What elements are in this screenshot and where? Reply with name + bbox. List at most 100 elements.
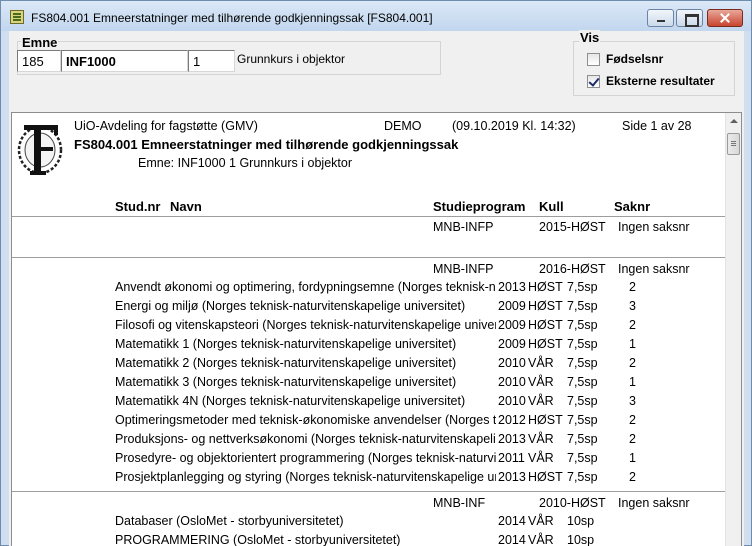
course-name: Matematikk 4N (Norges teknisk-naturviten…	[115, 394, 466, 408]
eksterne-resultater-checkbox[interactable]	[587, 74, 600, 88]
course-term: HØST	[528, 337, 563, 351]
course-name: Produksjons- og nettverksøkonomi (Norges…	[115, 432, 496, 446]
fodselsnr-checkbox[interactable]	[587, 52, 600, 66]
course-count: 2	[629, 356, 636, 370]
course-name: Prosedyre- og objektorientert programmer…	[115, 451, 496, 465]
eksterne-resultater-label: Eksterne resultater	[606, 74, 715, 88]
course-count: 2	[629, 318, 636, 332]
report-timestamp: (09.10.2019 Kl. 14:32)	[452, 119, 576, 133]
course-name: Prosjektplanlegging og styring (Norges t…	[115, 470, 496, 484]
column-header-studnr: Stud.nr	[115, 199, 161, 214]
vis-label: Vis	[579, 30, 601, 45]
group-divider	[12, 491, 726, 492]
column-header-kull: Kull	[539, 199, 564, 214]
course-year: 2013	[498, 280, 526, 294]
course-credits: 10sp	[567, 514, 595, 528]
course-name: Filosofi og vitenskapsteori (Norges tekn…	[115, 318, 496, 332]
course-count: 3	[629, 299, 636, 313]
course-year: 2010	[498, 394, 526, 408]
course-credits: 7,5sp	[567, 375, 598, 389]
course-term: VÅR	[528, 375, 554, 389]
report-page: UiO-Avdeling for fagstøtte (GMV) DEMO (0…	[12, 113, 726, 546]
course-name: Energi og miljø (Norges teknisk-naturvit…	[115, 299, 466, 313]
course-credits: 7,5sp	[567, 394, 598, 408]
window-title: FS804.001 Emneerstatninger med tilhørend…	[31, 11, 433, 25]
report-title: FS804.001 Emneerstatninger med tilhørend…	[74, 137, 459, 152]
course-term: HØST	[528, 470, 563, 484]
emne-description: Grunnkurs i objektor	[237, 52, 346, 66]
course-term: VÅR	[528, 356, 554, 370]
course-credits: 7,5sp	[567, 337, 598, 351]
emne-code-field[interactable]: INF1000	[61, 50, 188, 72]
title-bar[interactable]: FS804.001 Emneerstatninger med tilhørend…	[1, 1, 751, 31]
course-credits: 7,5sp	[567, 299, 598, 313]
course-name: Databaser (OsloMet - storbyuniversitetet…	[115, 514, 344, 528]
course-term: VÅR	[528, 394, 554, 408]
emne-version-field[interactable]: 1	[188, 50, 235, 72]
course-year: 2011	[498, 451, 525, 465]
course-name: PROGRAMMERING (OsloMet - storbyuniversit…	[115, 533, 401, 546]
scrollbar-thumb[interactable]	[727, 133, 740, 155]
course-count: 2	[629, 470, 636, 484]
course-count: 2	[629, 280, 636, 294]
course-year: 2009	[498, 318, 526, 332]
course-count: 2	[629, 432, 636, 446]
scroll-up-arrow-icon[interactable]	[726, 113, 741, 129]
course-credits: 7,5sp	[567, 451, 598, 465]
course-term: VÅR	[528, 451, 554, 465]
course-year: 2010	[498, 356, 526, 370]
emne-label: Emne	[21, 35, 59, 50]
fodselsnr-checkbox-row[interactable]: Fødselsnr	[587, 52, 663, 66]
report-org: UiO-Avdeling for fagstøtte (GMV)	[74, 119, 258, 133]
course-year: 2013	[498, 470, 526, 484]
course-count: 1	[629, 375, 636, 389]
group-divider	[12, 257, 726, 258]
header-divider	[12, 216, 726, 217]
course-term: HØST	[528, 299, 563, 313]
course-term: VÅR	[528, 514, 554, 528]
course-name: Matematikk 2 (Norges teknisk-naturvitens…	[115, 356, 457, 370]
minimize-button[interactable]	[647, 9, 674, 27]
group-saknr: Ingen saksnr	[618, 496, 690, 510]
course-count: 2	[629, 413, 636, 427]
app-icon	[10, 10, 24, 24]
course-term: HØST	[528, 280, 563, 294]
course-term: VÅR	[528, 432, 554, 446]
course-credits: 7,5sp	[567, 356, 598, 370]
course-credits: 7,5sp	[567, 432, 598, 446]
course-year: 2009	[498, 299, 526, 313]
group-studieprogram: MNB-INFP	[433, 220, 494, 234]
vertical-scrollbar[interactable]	[725, 113, 741, 546]
emne-number-field[interactable]: 185	[17, 50, 61, 72]
course-credits: 7,5sp	[567, 413, 598, 427]
group-saknr: Ingen saksnr	[618, 220, 690, 234]
group-saknr: Ingen saksnr	[618, 262, 690, 276]
report-page-indicator: Side 1 av 28	[622, 119, 692, 133]
group-studieprogram: MNB-INFP	[433, 262, 494, 276]
course-count: 3	[629, 394, 636, 408]
group-studieprogram: MNB-INF	[433, 496, 486, 510]
report-viewer[interactable]: UiO-Avdeling for fagstøtte (GMV) DEMO (0…	[11, 112, 742, 546]
eksterne-checkbox-row[interactable]: Eksterne resultater	[587, 74, 715, 88]
report-subtitle: Emne: INF1000 1 Grunnkurs i objektor	[138, 156, 352, 170]
fodselsnr-label: Fødselsnr	[606, 52, 664, 66]
course-term: HØST	[528, 318, 563, 332]
course-name: Optimeringsmetoder med teknisk-økonomisk…	[115, 413, 496, 427]
course-year: 2009	[498, 337, 526, 351]
maximize-button[interactable]	[676, 9, 703, 27]
course-term: HØST	[528, 413, 563, 427]
application-window: FS804.001 Emneerstatninger med tilhørend…	[0, 0, 752, 546]
group-kull: 2010-HØST	[539, 496, 606, 510]
uio-logo	[17, 125, 63, 175]
course-name: Anvendt økonomi og optimering, fordypnin…	[115, 280, 496, 294]
course-name: Matematikk 3 (Norges teknisk-naturvitens…	[115, 375, 457, 389]
course-credits: 7,5sp	[567, 470, 598, 484]
course-year: 2014	[498, 533, 526, 546]
course-count: 1	[629, 337, 636, 351]
client-area: Emne 185 INF1000 1 Grunnkurs i objektor …	[9, 30, 744, 546]
column-header-navn: Navn	[170, 199, 202, 214]
course-count: 1	[629, 451, 636, 465]
close-button[interactable]	[707, 9, 743, 27]
course-year: 2012	[498, 413, 526, 427]
group-kull: 2016-HØST	[539, 262, 606, 276]
